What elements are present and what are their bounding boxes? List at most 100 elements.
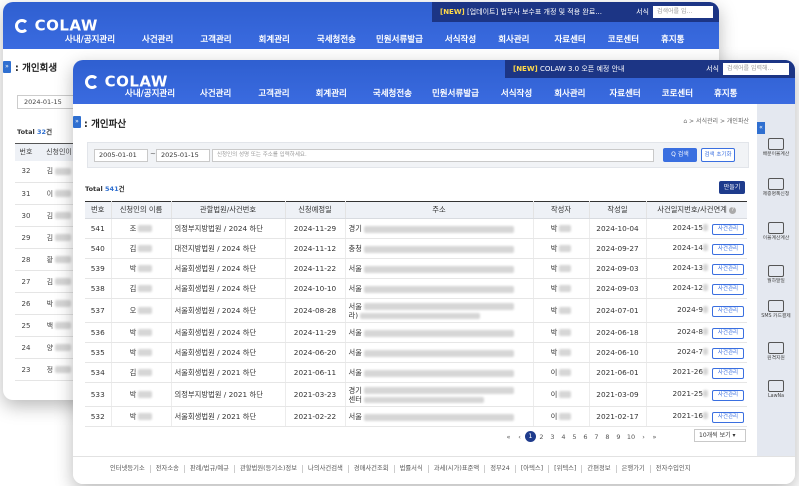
menu-item[interactable]: 사내/공지관리 [125, 87, 175, 99]
table-row[interactable]: 26 박 [15, 292, 81, 315]
case-manage-button[interactable]: 사건관리 [712, 223, 744, 235]
menu-item[interactable]: 사건관리 [200, 87, 231, 99]
quick-item[interactable]: 배분이율계산 [759, 138, 793, 158]
footer-link[interactable]: 은행가기 [617, 465, 651, 473]
keyword-input[interactable]: 신청인의 성명 또는 주소를 입력하세요. [212, 149, 654, 162]
side-toggle-tab[interactable]: » [73, 116, 81, 128]
case-manage-button[interactable]: 사건관리 [712, 327, 744, 339]
menu-item[interactable]: 휴지통 [661, 33, 684, 45]
case-manage-button[interactable]: 사건관리 [712, 283, 744, 295]
table-row[interactable]: 535 박 서울회생법원 / 2024 하단 2024-06-20 서울 박 2024-06… [85, 342, 747, 363]
prev-page-button[interactable]: ‹ [514, 433, 525, 441]
footer-link[interactable]: 전자소송 [151, 465, 185, 473]
footer-link[interactable]: 경매사건조회 [349, 465, 395, 473]
case-manage-button[interactable]: 사건관리 [712, 367, 744, 379]
column-header-court[interactable]: 관할법원/사건번호 [171, 201, 286, 219]
case-manage-button[interactable]: 사건관리 [712, 411, 744, 423]
footer-link[interactable]: 판례/법규/예규 [185, 465, 235, 473]
menu-item[interactable]: 민원서류발급 [432, 87, 479, 99]
page-number[interactable]: 5 [569, 433, 580, 441]
footer-link[interactable]: 법률서식 [395, 465, 429, 473]
applicant-name[interactable]: 김 [111, 278, 172, 299]
column-header-case-link[interactable]: 사건일지번호/사건연계 ? [646, 201, 747, 219]
menu-item[interactable]: 서식작성 [501, 87, 532, 99]
table-row[interactable]: 32 김 [15, 160, 81, 183]
search-input[interactable]: 검색어를 입력해... [723, 63, 789, 75]
applicant-name[interactable]: 오 [111, 298, 172, 323]
side-toggle-tab[interactable]: » [3, 61, 11, 73]
page-number[interactable]: 4 [558, 433, 569, 441]
table-row[interactable]: 538 김 서울회생법원 / 2024 하단 2024-10-10 서울 박 2024-09… [85, 278, 747, 299]
table-row[interactable]: 24 양 [15, 336, 81, 359]
table-row[interactable]: 539 박 서울회생법원 / 2024 하단 2024-11-22 서울 박 2024-09… [85, 258, 747, 279]
right-panel-toggle[interactable]: « [757, 122, 765, 134]
footer-link[interactable]: [위텍스] [549, 465, 583, 473]
table-row[interactable]: 29 김 [15, 226, 81, 249]
quick-item[interactable]: 원격지원 [759, 342, 793, 362]
menu-item[interactable]: 코로센터 [608, 33, 639, 45]
menu-item[interactable]: 코로센터 [662, 87, 693, 99]
quick-item[interactable]: 이율계산계산 [759, 222, 793, 242]
footer-link[interactable]: 전자수입인지 [651, 465, 696, 473]
footer-link[interactable]: 인터넷등기소 [105, 465, 151, 473]
menu-item[interactable]: 고객관리 [258, 87, 289, 99]
menu-item[interactable]: 사건관리 [142, 33, 173, 45]
menu-item[interactable]: 민원서류발급 [376, 33, 423, 45]
table-row[interactable]: 25 백 [15, 314, 81, 337]
column-header-no[interactable]: 번호 [85, 201, 112, 219]
date-from-input[interactable]: 2005-01-01 [94, 149, 148, 162]
quick-item[interactable]: 제증명폭신청 [759, 178, 793, 198]
page-number[interactable]: 3 [547, 433, 558, 441]
applicant-name[interactable]: 박 [111, 322, 172, 343]
table-row[interactable]: 31 이 [15, 182, 81, 205]
footer-link[interactable]: 나의사건검색 [303, 465, 349, 473]
menu-item[interactable]: 자료센터 [554, 33, 585, 45]
menu-item[interactable]: 회사관리 [498, 33, 529, 45]
case-manage-button[interactable]: 사건관리 [712, 243, 744, 255]
menu-item[interactable]: 회사관리 [554, 87, 585, 99]
case-manage-button[interactable]: 사건관리 [712, 347, 744, 359]
menu-item[interactable]: 국세청전송 [373, 87, 412, 99]
page-number[interactable]: 7 [591, 433, 602, 441]
table-row[interactable]: 533 박 의정부지방법원 / 2021 하단 2021-03-23 경기 센터 이 2021… [85, 382, 747, 407]
breadcrumb[interactable]: ⌂ > 서식관리 > 개인파산 [683, 116, 749, 125]
page-number[interactable]: 9 [613, 433, 624, 441]
case-manage-button[interactable]: 사건관리 [712, 389, 744, 401]
menu-item[interactable]: 서식작성 [445, 33, 476, 45]
quick-item[interactable]: 월하말일 [759, 265, 793, 285]
table-row[interactable]: 537 오 서울회생법원 / 2024 하단 2024-08-28 서울 라) 박 2024-… [85, 298, 747, 323]
table-row[interactable]: 541 조 의정부지방법원 / 2024 하단 2024-11-29 경기 박 2024-1… [85, 218, 747, 239]
notice-text[interactable]: [NEW] COLAW 3.0 오픈 예정 안내 [505, 64, 706, 74]
menu-item[interactable]: 휴지통 [714, 87, 737, 99]
column-header-address[interactable]: 주소 [345, 201, 534, 219]
help-icon[interactable]: ? [729, 206, 737, 214]
applicant-name[interactable]: 김 [111, 238, 172, 259]
page-number[interactable]: 10 [624, 433, 638, 441]
table-row[interactable]: 540 김 대전지방법원 / 2024 하단 2024-11-12 충청 박 2024-09… [85, 238, 747, 259]
table-row[interactable]: 534 김 서울회생법원 / 2021 하단 2021-06-11 서울 이 2021-06… [85, 362, 747, 383]
page-number[interactable]: 6 [580, 433, 591, 441]
search-input[interactable]: 검색어를 입... [653, 6, 713, 18]
table-row[interactable]: 23 정 [15, 358, 81, 381]
colaw-logo[interactable]: COLAW [15, 15, 98, 35]
column-header-planned-date[interactable]: 신청예정일 [285, 201, 346, 219]
case-manage-button[interactable]: 사건관리 [712, 305, 744, 317]
next-page-button[interactable]: › [638, 433, 649, 441]
page-number[interactable]: 8 [602, 433, 613, 441]
date-to-input[interactable]: 2025-01-15 [156, 149, 210, 162]
menu-item[interactable]: 사내/공지관리 [65, 33, 115, 45]
column-header[interactable]: 번호 [15, 143, 37, 161]
page-number[interactable]: 1 [525, 431, 536, 442]
footer-link[interactable]: 관할법원(등기소)정보 [235, 465, 304, 473]
menu-item[interactable]: 회계관리 [316, 87, 347, 99]
table-row[interactable]: 532 박 서울회생법원 / 2021 하단 2021-02-22 서울 이 2021-02… [85, 406, 747, 427]
column-header-name[interactable]: 신청인의 이름 [111, 201, 172, 219]
table-row[interactable]: 28 황 [15, 248, 81, 271]
applicant-name[interactable]: 박 [111, 342, 172, 363]
applicant-name[interactable]: 조 [111, 218, 172, 239]
quick-item[interactable]: SMS 카드결제 [759, 300, 793, 320]
footer-link[interactable]: 간편정보 [582, 465, 617, 473]
first-page-button[interactable]: « [503, 433, 514, 441]
table-row[interactable]: 27 김 [15, 270, 81, 293]
search-category-select[interactable]: 서식 [636, 7, 649, 17]
